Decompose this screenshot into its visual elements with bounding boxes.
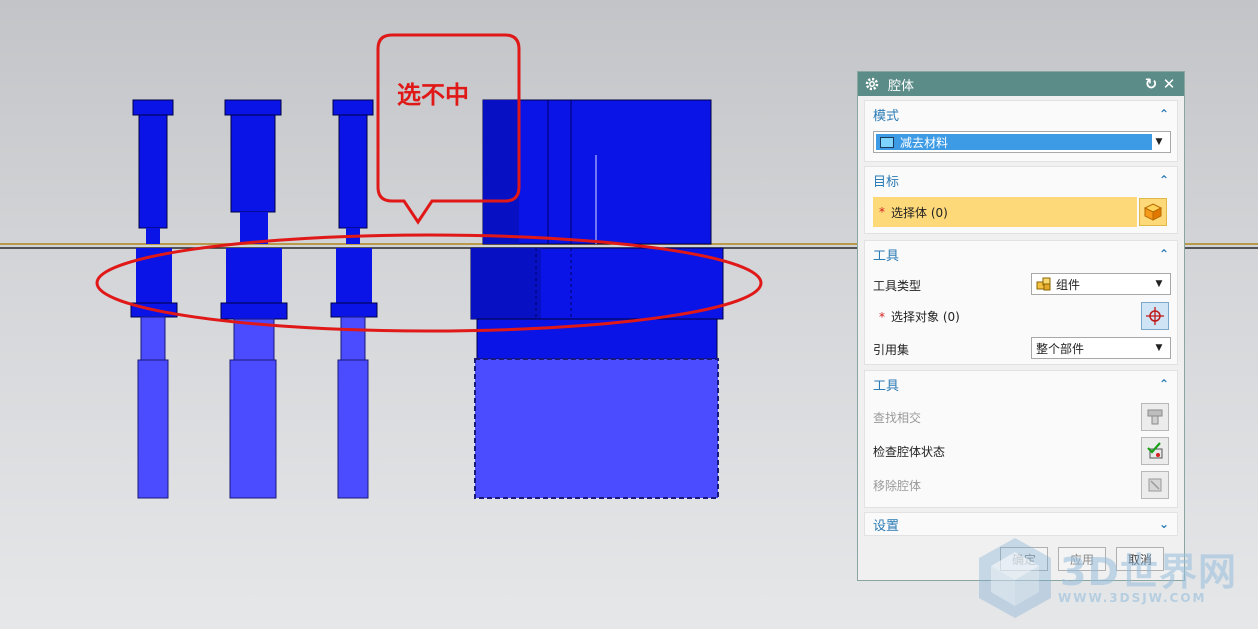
solid-body-icon <box>1143 203 1163 221</box>
section-mode-title: 模式 <box>873 108 900 124</box>
select-object-row[interactable]: * 选择对象 (0) <box>879 308 960 325</box>
select-object-label: 选择对象 (0) <box>891 310 960 324</box>
mode-dropdown[interactable]: 减去材料 ▼ <box>873 131 1171 153</box>
section-mode: 模式 ⌃ 减去材料 ▼ <box>864 100 1178 162</box>
tool-type-value: 组件 <box>1056 277 1081 292</box>
component-icon <box>1036 277 1051 291</box>
section-settings-header[interactable]: 设置 ⌄ <box>865 513 1177 535</box>
collapse-caret-icon[interactable]: ⌃ <box>1159 247 1169 261</box>
mode-dropdown-selection: 减去材料 <box>876 134 1152 150</box>
crosshair-icon <box>1146 307 1164 325</box>
select-body-label: 选择体 (0) <box>891 205 948 220</box>
find-intersect-button[interactable] <box>1141 403 1169 431</box>
find-intersect-label: 查找相交 <box>873 411 922 425</box>
reference-set-dropdown[interactable]: 整个部件 ▼ <box>1031 337 1171 359</box>
section-tool-header[interactable]: 工具 ⌃ <box>865 241 1177 267</box>
section-tool-actions: 工具 ⌃ 查找相交 检查腔体状态 移除腔体 <box>864 370 1178 508</box>
cavity-dialog: 腔体 ↻ ✕ 模式 ⌃ 减去材料 ▼ 目标 ⌃ * 选择体 (0) 工具 ⌃ 工… <box>857 71 1185 581</box>
collapse-caret-icon[interactable]: ⌃ <box>1159 377 1169 391</box>
subtract-material-icon <box>880 136 894 148</box>
watermark-text: 3D世界网 <box>1060 550 1237 594</box>
gear-icon <box>865 77 879 91</box>
close-icon[interactable]: ✕ <box>1160 75 1178 93</box>
section-target-header[interactable]: 目标 ⌃ <box>865 167 1177 193</box>
reference-set-value: 整个部件 <box>1036 341 1085 356</box>
tool-type-label: 工具类型 <box>873 279 922 293</box>
mode-dropdown-value: 减去材料 <box>900 135 949 150</box>
section-tool: 工具 ⌃ 工具类型 组件 ▼ * 选择对象 (0) 引用集 整个部件 ▼ <box>864 240 1178 365</box>
select-body-row[interactable]: * 选择体 (0) <box>873 197 1137 227</box>
check-cavity-button[interactable] <box>1141 437 1169 465</box>
section-tool-actions-title: 工具 <box>873 378 900 394</box>
select-object-button[interactable] <box>1141 302 1169 330</box>
remove-cavity-icon <box>1148 478 1162 492</box>
reference-set-label: 引用集 <box>873 343 910 357</box>
pin-component-2[interactable] <box>220 99 288 499</box>
pin-component-3[interactable] <box>330 99 378 499</box>
expand-caret-icon[interactable]: ⌄ <box>1159 517 1169 531</box>
tool-type-dropdown[interactable]: 组件 ▼ <box>1031 273 1171 295</box>
section-tool-actions-header[interactable]: 工具 ⌃ <box>865 371 1177 397</box>
section-settings: 设置 ⌄ <box>864 512 1178 536</box>
block-component[interactable] <box>470 99 724 499</box>
remove-cavity-button[interactable] <box>1141 471 1169 499</box>
pin-component-1[interactable] <box>130 99 178 499</box>
collapse-caret-icon[interactable]: ⌃ <box>1159 173 1169 187</box>
collapse-caret-icon[interactable]: ⌃ <box>1159 107 1169 121</box>
chevron-down-icon: ▼ <box>1155 137 1163 147</box>
chevron-down-icon: ▼ <box>1155 279 1163 289</box>
watermark-logo <box>979 538 1051 618</box>
find-intersect-icon <box>1147 409 1163 425</box>
section-target: 目标 ⌃ * 选择体 (0) <box>864 166 1178 234</box>
dialog-title-bar[interactable]: 腔体 ↻ ✕ <box>858 72 1184 96</box>
check-cavity-icon <box>1147 442 1163 459</box>
reset-icon[interactable]: ↻ <box>1142 75 1160 93</box>
check-cavity-label: 检查腔体状态 <box>873 445 946 459</box>
dialog-title: 腔体 <box>888 78 915 94</box>
callout-text: 选不中 <box>397 81 469 109</box>
section-settings-title: 设置 <box>873 518 900 534</box>
chevron-down-icon: ▼ <box>1155 343 1163 353</box>
section-target-title: 目标 <box>873 174 900 190</box>
watermark-url: WWW.3DSJW.COM <box>1058 591 1207 605</box>
select-body-button[interactable] <box>1139 198 1167 226</box>
section-mode-header[interactable]: 模式 ⌃ <box>865 101 1177 127</box>
section-tool-title: 工具 <box>873 248 900 264</box>
remove-cavity-label: 移除腔体 <box>873 479 922 493</box>
